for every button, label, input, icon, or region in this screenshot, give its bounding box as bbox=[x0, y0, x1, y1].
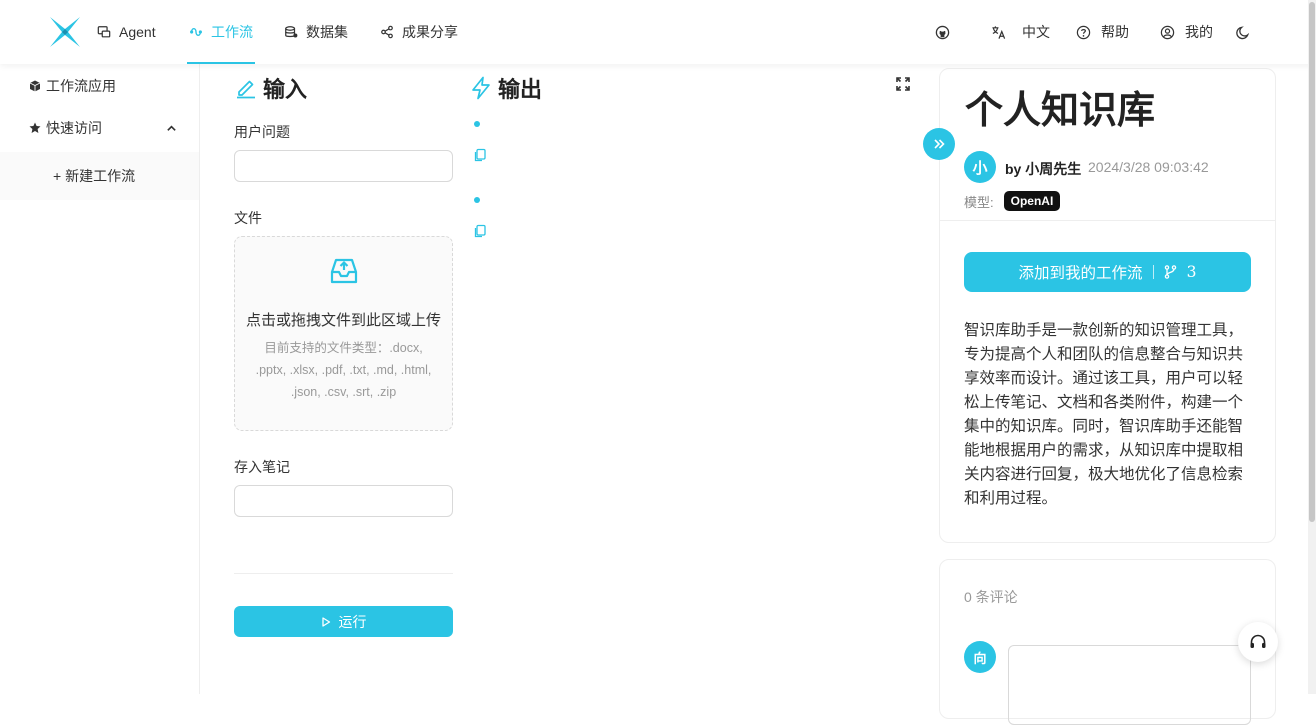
add-to-my-workflows-button[interactable]: 添加到我的工作流 3 bbox=[964, 252, 1251, 292]
copy-icon[interactable] bbox=[473, 224, 487, 238]
nav-agent-label: Agent bbox=[119, 24, 156, 40]
sidebar-item-label: 快速访问 bbox=[46, 120, 102, 136]
share-icon bbox=[381, 25, 393, 39]
fork-count: 3 bbox=[1186, 263, 1197, 281]
sidebar-item-label: 工作流应用 bbox=[46, 78, 116, 94]
help-icon bbox=[1076, 25, 1091, 39]
upload-title: 点击或拖拽文件到此区域上传 bbox=[245, 312, 441, 329]
author-name[interactable]: by 小周先生 bbox=[1005, 159, 1081, 179]
database-icon bbox=[285, 26, 298, 38]
model-badge: OpenAI bbox=[1003, 191, 1061, 211]
play-icon bbox=[321, 616, 330, 627]
nav-dataset[interactable]: 数据集 bbox=[284, 0, 348, 64]
workflow-description: 智识库助手是一款创新的知识管理工具，专为提高个人和团队的信息整合与知识共享效率而… bbox=[964, 322, 1244, 507]
sidebar-item-quick-access[interactable]: 快速访问 bbox=[0, 106, 199, 150]
nav-share[interactable]: 成果分享 bbox=[380, 0, 458, 64]
app-logo[interactable] bbox=[48, 15, 82, 49]
divider bbox=[234, 573, 453, 574]
inbox-upload-icon bbox=[330, 258, 358, 284]
github-button[interactable] bbox=[935, 0, 950, 64]
language-label: 中文 bbox=[1022, 24, 1050, 40]
question-label: 用户问题 bbox=[234, 124, 290, 140]
nav-agent[interactable]: Agent bbox=[97, 0, 156, 64]
cube-icon bbox=[29, 80, 41, 92]
github-icon bbox=[935, 25, 950, 39]
user-icon bbox=[1160, 25, 1175, 39]
my-account-label: 我的 bbox=[1185, 24, 1213, 40]
input-title-text: 输入 bbox=[263, 77, 308, 102]
page-scrollbar[interactable] bbox=[1308, 0, 1316, 694]
help-link[interactable]: 帮助 bbox=[1076, 0, 1129, 64]
output-dot-1 bbox=[474, 121, 480, 127]
model-label: 模型: bbox=[964, 194, 994, 210]
top-bar: Agent 工作流 数据集 成果分享 中文 帮助 我的 bbox=[0, 0, 1316, 64]
sidebar-item-new-workflow[interactable]: + 新建工作流 bbox=[0, 152, 199, 200]
input-section-title: 输入 bbox=[235, 72, 307, 104]
sidebar-item-workflow-apps[interactable]: 工作流应用 bbox=[0, 64, 199, 108]
nav-share-label: 成果分享 bbox=[402, 24, 458, 40]
current-user-avatar: 向 bbox=[964, 641, 996, 673]
nav-dataset-label: 数据集 bbox=[306, 24, 348, 40]
nav-workflow[interactable]: 工作流 bbox=[187, 0, 255, 64]
support-button[interactable] bbox=[1238, 622, 1278, 662]
card-divider bbox=[940, 220, 1275, 221]
fullscreen-icon[interactable] bbox=[896, 77, 910, 91]
fork-icon bbox=[1164, 265, 1176, 279]
sidebar: 工作流应用 快速访问 + 新建工作流 bbox=[0, 64, 200, 694]
workflow-icon bbox=[190, 28, 202, 36]
star-icon bbox=[29, 122, 41, 133]
comment-input[interactable] bbox=[1008, 645, 1251, 725]
chevron-up-icon[interactable] bbox=[166, 123, 177, 134]
add-button-label: 添加到我的工作流 bbox=[1018, 264, 1143, 282]
button-separator bbox=[1152, 265, 1154, 279]
copy-icon[interactable] bbox=[473, 148, 487, 162]
note-label: 存入笔记 bbox=[234, 459, 290, 475]
publish-date: 2024/3/28 09:03:42 bbox=[1088, 159, 1209, 175]
workflow-detail-card: 个人知识库 小 by 小周先生 2024/3/28 09:03:42 模型: O… bbox=[939, 68, 1276, 543]
scrollbar-thumb[interactable] bbox=[1309, 2, 1315, 522]
my-account-link[interactable]: 我的 bbox=[1160, 0, 1213, 64]
help-label: 帮助 bbox=[1101, 24, 1129, 40]
comment-count: 0 条评论 bbox=[964, 589, 1018, 605]
collapse-panel-button[interactable] bbox=[923, 128, 955, 160]
run-button-label: 运行 bbox=[338, 613, 367, 630]
edit-icon bbox=[237, 80, 255, 99]
translate-icon bbox=[992, 25, 1006, 39]
run-button[interactable]: 运行 bbox=[234, 606, 453, 637]
output-title-text: 输出 bbox=[498, 77, 543, 102]
language-switch[interactable]: 中文 bbox=[991, 0, 1050, 64]
model-row: 模型: OpenAI bbox=[964, 191, 1061, 211]
question-input[interactable] bbox=[234, 150, 453, 182]
file-label: 文件 bbox=[234, 210, 262, 226]
file-upload-dropzone[interactable]: 点击或拖拽文件到此区域上传 目前支持的文件类型：.docx, .pptx, .x… bbox=[234, 236, 453, 431]
output-section-title: 输出 bbox=[470, 72, 542, 104]
output-dot-2 bbox=[474, 197, 480, 203]
moon-icon bbox=[1236, 25, 1250, 39]
lightning-icon bbox=[472, 76, 490, 100]
author-avatar[interactable]: 小 bbox=[964, 151, 996, 183]
comments-card: 0 条评论 向 bbox=[939, 559, 1276, 725]
chat-icon bbox=[97, 26, 111, 38]
nav-workflow-label: 工作流 bbox=[211, 24, 253, 40]
upload-hint: 目前支持的文件类型：.docx, .pptx, .xlsx, .pdf, .tx… bbox=[255, 341, 432, 399]
double-chevron-right-icon bbox=[934, 139, 945, 149]
workflow-title: 个人知识库 bbox=[965, 90, 1156, 132]
sidebar-item-label: + 新建工作流 bbox=[53, 168, 136, 184]
note-input[interactable] bbox=[234, 485, 453, 517]
theme-toggle[interactable] bbox=[1236, 0, 1251, 64]
headset-icon bbox=[1250, 634, 1266, 648]
